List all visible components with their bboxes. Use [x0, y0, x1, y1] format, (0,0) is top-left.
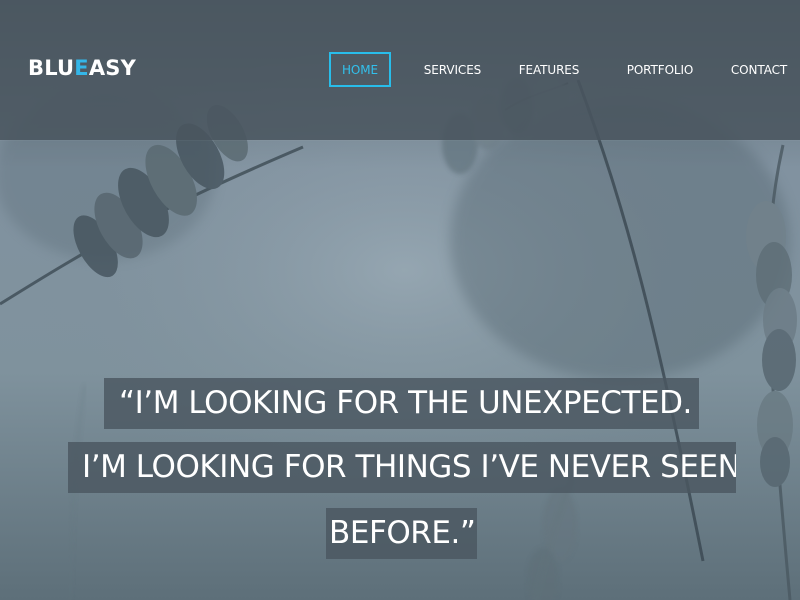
- quote-line-3: BEFORE.”: [326, 508, 477, 559]
- site-header: BLUEASY HOME SERVICES FEATURES PORTFOLIO…: [0, 0, 800, 140]
- brand-suffix: ASY: [88, 56, 137, 80]
- main-navigation: HOME SERVICES FEATURES PORTFOLIO CONTACT: [329, 52, 794, 87]
- brand-accent: E: [74, 56, 89, 80]
- brand-prefix: BLU: [28, 56, 75, 80]
- nav-services-link[interactable]: SERVICES: [406, 52, 499, 87]
- brand-logo[interactable]: BLUEASY: [28, 58, 136, 79]
- nav-contact-link[interactable]: CONTACT: [724, 52, 794, 87]
- nav-home-link[interactable]: HOME: [329, 52, 391, 87]
- nav-features-link[interactable]: FEATURES: [509, 52, 589, 87]
- nav-portfolio-link[interactable]: PORTFOLIO: [615, 52, 705, 87]
- quote-line-1: “I’M LOOKING FOR THE UNEXPECTED.: [104, 378, 699, 429]
- landing-page: BLUEASY HOME SERVICES FEATURES PORTFOLIO…: [0, 0, 800, 600]
- quote-line-2: I’M LOOKING FOR THINGS I’VE NEVER SEEN: [68, 442, 736, 493]
